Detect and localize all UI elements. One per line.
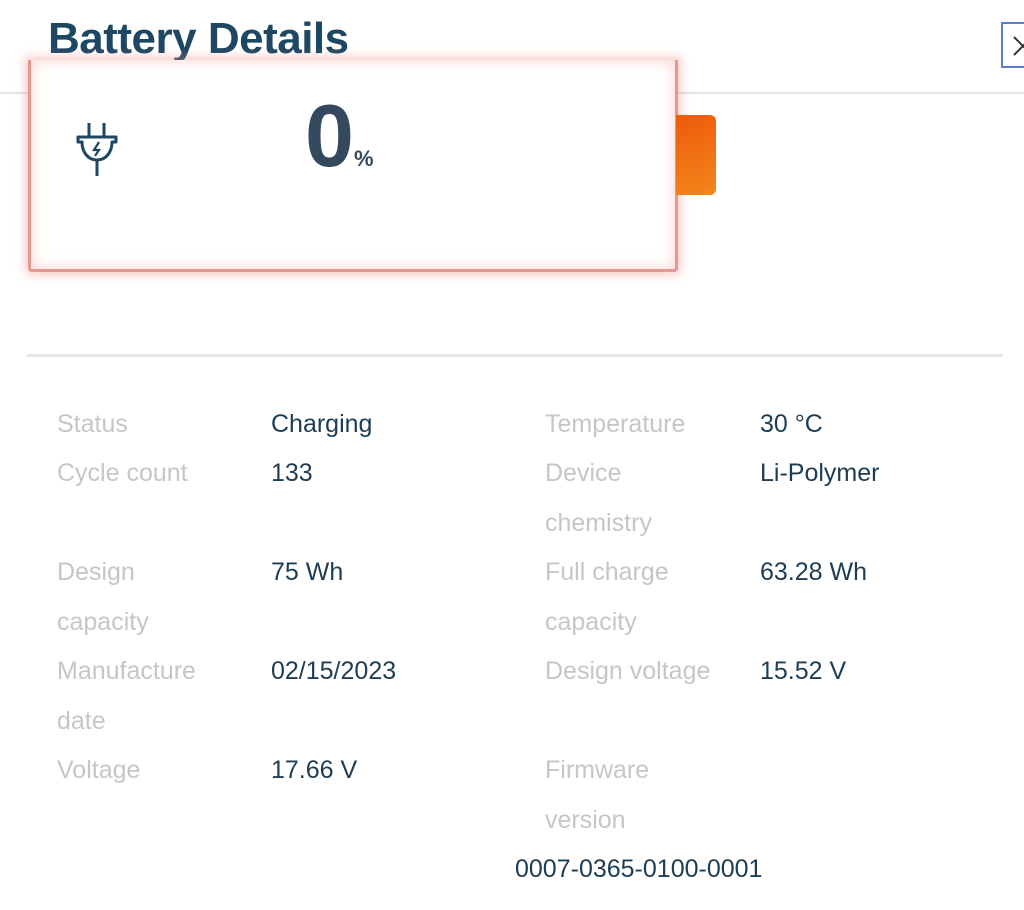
device-chemistry-value: Li-Polymer	[760, 459, 880, 487]
firmware-version-value: 0007-0365-0100-0001	[515, 855, 763, 883]
design-voltage-label: Design voltage	[545, 657, 711, 685]
firmware-version-label: Firmware version	[545, 756, 650, 834]
device-chemistry-label: Device chemistry	[545, 459, 652, 537]
percent-sign: %	[353, 146, 374, 171]
battery-percentage: 0%	[305, 92, 374, 180]
plug-charging-icon	[76, 123, 118, 176]
design-capacity-value: 75 Wh	[271, 558, 344, 586]
page-title: Battery Details	[48, 14, 349, 63]
voltage-label: Voltage	[57, 756, 141, 784]
temperature-label: Temperature	[545, 410, 686, 438]
voltage-value: 17.66 V	[271, 756, 358, 784]
manufacture-date-value: 02/15/2023	[271, 657, 397, 685]
section-divider	[27, 354, 1003, 357]
cycle-count-label: Cycle count	[57, 459, 188, 487]
close-button[interactable]	[1001, 22, 1024, 68]
cycle-count-value: 133	[271, 459, 313, 487]
temperature-value: 30 °C	[760, 410, 823, 438]
full-charge-capacity-value: 63.28 Wh	[760, 558, 868, 586]
percent-value: 0	[305, 86, 354, 185]
close-icon	[1013, 36, 1024, 56]
full-charge-capacity-label: Full charge capacity	[545, 558, 669, 636]
battery-terminal	[676, 115, 716, 195]
status-label: Status	[57, 410, 128, 438]
design-capacity-label: Design capacity	[57, 558, 149, 636]
design-voltage-value: 15.52 V	[760, 657, 847, 685]
status-value: Charging	[271, 410, 373, 438]
manufacture-date-label: Manufacture date	[57, 657, 196, 735]
